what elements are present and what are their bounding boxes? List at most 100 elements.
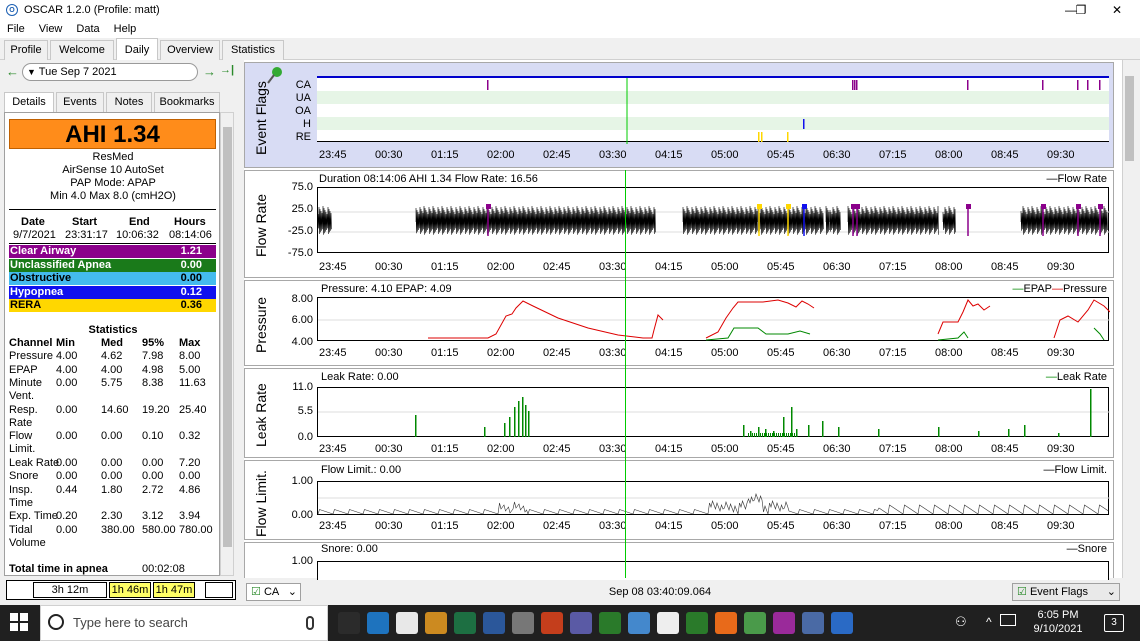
leak-rate-graph[interactable]: Leak Rate Leak Rate: 0.00 —Leak Rate 11.…: [244, 368, 1114, 458]
menu-help[interactable]: Help: [107, 23, 144, 35]
pushpin-icon[interactable]: [265, 65, 285, 85]
stats-value: 5.75: [101, 377, 123, 389]
chevron-up-icon[interactable]: ^: [986, 615, 992, 629]
people-icon[interactable]: ⚇: [955, 614, 967, 630]
tab-profile[interactable]: Profile: [4, 40, 48, 60]
time-tick-label: 02:00: [487, 443, 515, 455]
flow-rate-plot[interactable]: [317, 187, 1110, 253]
flag-row-band: [317, 91, 1109, 104]
epap-line: [705, 327, 811, 341]
firefox-icon[interactable]: [715, 612, 737, 634]
close-button[interactable]: ✕: [1094, 0, 1140, 20]
leak-bar: [760, 433, 761, 437]
task-view-icon[interactable]: [338, 612, 360, 634]
time-tick-label: 02:45: [543, 347, 571, 359]
tab-daily[interactable]: Daily: [116, 38, 158, 60]
ahi-banner: AHI 1.34: [9, 119, 216, 149]
leak-rate-ylabel: Leak Rate: [253, 383, 269, 447]
flow-rate-graph[interactable]: Flow Rate Duration 08:14:06 AHI 1.34 Flo…: [244, 170, 1114, 278]
flow-limit-title: Flow Limit.: 0.00: [321, 464, 402, 476]
time-tick-label: 02:00: [487, 520, 515, 532]
menu-data[interactable]: Data: [69, 23, 106, 35]
stats-value: 4.98: [142, 363, 164, 376]
flow-limitation-graph[interactable]: Flow Limit. Flow Limit.: 0.00 —Flow Limi…: [244, 460, 1114, 540]
scrollbar-thumb[interactable]: [223, 127, 232, 547]
store-icon[interactable]: [396, 612, 418, 634]
network-icon[interactable]: [1000, 614, 1016, 626]
visio-icon[interactable]: [773, 612, 795, 634]
leak-rate-plot[interactable]: [317, 387, 1110, 437]
edge-icon[interactable]: [367, 612, 389, 634]
y-tick-label: 25.0: [291, 203, 313, 215]
rera-flag: [758, 132, 760, 142]
time-tick-label: 03:30: [599, 149, 627, 161]
total-time-box[interactable]: 3h 12m: [33, 582, 107, 598]
time-tick-label: 05:00: [711, 443, 739, 455]
session-time-box-2[interactable]: 1h 47m: [153, 582, 195, 598]
session-time-box-1[interactable]: 1h 46m: [109, 582, 151, 598]
pressure-graph[interactable]: Pressure Pressure: 4.10 EPAP: 4.09 —EPAP…: [244, 280, 1114, 366]
chrome-icon[interactable]: [744, 612, 766, 634]
taskbar-search-box[interactable]: Type here to search: [40, 605, 328, 641]
last-day-arrow-icon[interactable]: →|: [220, 64, 234, 76]
chevron-down-icon: ⌄: [1106, 586, 1116, 598]
leak-bar: [518, 401, 520, 437]
snore-plot[interactable]: [317, 561, 1109, 581]
oscar-icon[interactable]: [831, 612, 853, 634]
pressure-plot[interactable]: [317, 297, 1111, 341]
calculator-icon[interactable]: [657, 612, 679, 634]
tab-welcome[interactable]: Welcome: [50, 40, 114, 60]
session-start: 23:31:17: [65, 229, 108, 241]
leak-bar: [750, 433, 751, 437]
event-flags-graph[interactable]: Event Flags CA UA OA H RE 23:45 00:30 01:15 02:…: [244, 62, 1114, 168]
globe-icon[interactable]: [802, 612, 824, 634]
app-icon[interactable]: [628, 612, 650, 634]
menu-view[interactable]: View: [32, 23, 70, 35]
tab-statistics[interactable]: Statistics: [222, 40, 284, 60]
powerpoint-icon[interactable]: [541, 612, 563, 634]
event-flags-plot[interactable]: [317, 76, 1109, 144]
terminal-icon[interactable]: [599, 612, 621, 634]
files-icon[interactable]: [425, 612, 447, 634]
subtab-events[interactable]: Events: [56, 92, 104, 112]
clock-time: 6:05 PM: [1037, 609, 1079, 621]
subtab-details[interactable]: Details: [4, 92, 54, 112]
time-tick-label: 03:30: [599, 443, 627, 455]
excel-icon[interactable]: [454, 612, 476, 634]
channel-filter-combo[interactable]: ☑ CA ⌄: [246, 583, 301, 601]
time-cursor-line: [625, 170, 626, 578]
snore-graph[interactable]: Snore: 0.00 —Snore 1.00: [244, 542, 1114, 581]
time-tick-label: 04:15: [655, 347, 683, 359]
app-icon[interactable]: [570, 612, 592, 634]
subtab-bookmarks[interactable]: Bookmarks: [154, 92, 220, 112]
clear-airway-flag: [487, 80, 489, 90]
date-picker[interactable]: ▼ Tue Sep 7 2021: [22, 63, 198, 81]
time-tick-label: 05:00: [711, 347, 739, 359]
leak-bar: [752, 433, 753, 437]
tab-overview[interactable]: Overview: [160, 40, 220, 60]
y-tick-label: 8.00: [291, 293, 313, 305]
event-index-label: RERA: [10, 299, 42, 311]
time-tick-label: 07:15: [879, 443, 907, 455]
play-icon[interactable]: [686, 612, 708, 634]
prev-day-arrow-icon[interactable]: ←: [6, 64, 19, 79]
scrollbar-thumb[interactable]: [1125, 76, 1134, 161]
flow-limit-plot[interactable]: [317, 481, 1110, 515]
next-day-arrow-icon[interactable]: →: [203, 64, 216, 79]
menu-file[interactable]: File: [0, 23, 32, 35]
notification-center-icon[interactable]: 3: [1104, 614, 1124, 632]
graph-selector-combo[interactable]: ☑ Event Flags ⌄: [1012, 583, 1120, 601]
empty-time-box[interactable]: [205, 582, 233, 598]
time-tick-label: 07:15: [879, 149, 907, 161]
taskbar-clock[interactable]: 6:05 PM 9/10/2021: [1022, 608, 1094, 636]
microphone-icon[interactable]: [306, 616, 314, 630]
subtab-notes[interactable]: Notes: [106, 92, 152, 112]
leak-bar: [743, 425, 745, 437]
windows-start-icon[interactable]: [10, 613, 28, 634]
graphs-scrollbar[interactable]: [1122, 60, 1136, 578]
stats-channel-name: EPAP: [9, 363, 38, 376]
time-tick-label: 08:00: [935, 261, 963, 273]
details-scrollbar[interactable]: [220, 112, 234, 576]
word-icon[interactable]: [483, 612, 505, 634]
mail-icon[interactable]: [512, 612, 534, 634]
